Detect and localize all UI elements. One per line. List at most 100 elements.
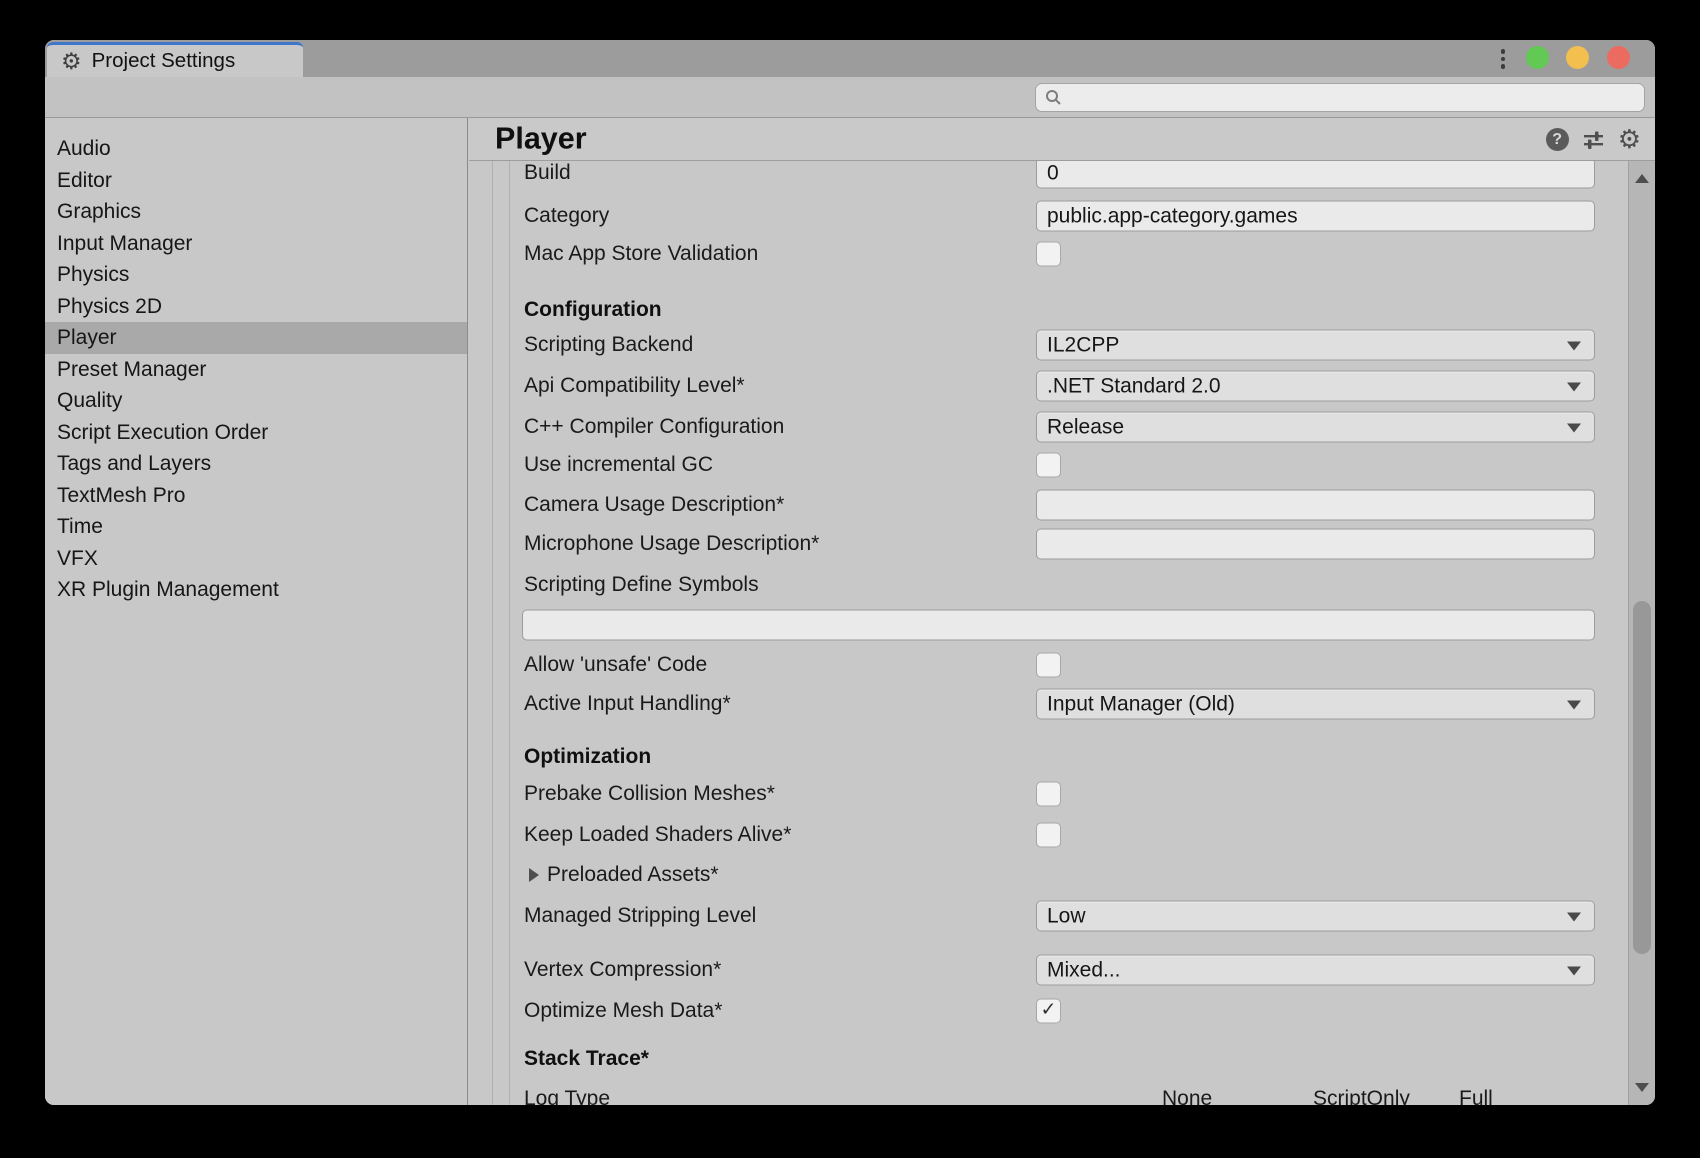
settings-row: Managed Stripping Level Low bbox=[469, 900, 1628, 932]
dropdown[interactable]: Low bbox=[1036, 901, 1595, 932]
search-input[interactable] bbox=[1035, 83, 1645, 112]
text-field[interactable]: public.app-category.games bbox=[1036, 201, 1595, 232]
chevron-down-icon bbox=[1567, 424, 1581, 433]
trace-column-header: Full bbox=[1459, 1087, 1493, 1105]
settings-row: Keep Loaded Shaders Alive* bbox=[469, 819, 1628, 851]
section-header: Configuration bbox=[524, 298, 662, 322]
settings-row: Allow 'unsafe' Code bbox=[469, 649, 1628, 681]
row-label: Managed Stripping Level bbox=[524, 904, 756, 928]
checkbox[interactable] bbox=[1036, 242, 1061, 267]
scripting-define-symbols-field[interactable] bbox=[522, 610, 1595, 641]
tab-strip: ⚙ Project Settings bbox=[45, 40, 1655, 77]
sidebar-item-xr-plugin-management[interactable]: XR Plugin Management bbox=[45, 574, 467, 606]
dropdown[interactable]: Release bbox=[1036, 412, 1595, 443]
checkbox[interactable] bbox=[1036, 782, 1061, 807]
section-header: Optimization bbox=[524, 745, 651, 769]
settings-row: Api Compatibility Level* .NET Standard 2.… bbox=[469, 370, 1628, 402]
checkbox[interactable]: ✓ bbox=[1036, 999, 1061, 1024]
row-label: Build bbox=[524, 161, 571, 185]
settings-row: C++ Compiler Configuration Release bbox=[469, 411, 1628, 443]
settings-row: Vertex Compression*Mixed... bbox=[469, 954, 1628, 986]
settings-row: Microphone Usage Description* bbox=[469, 528, 1628, 560]
sidebar-item-editor[interactable]: Editor bbox=[45, 165, 467, 197]
dropdown[interactable]: IL2CPP bbox=[1036, 330, 1595, 361]
help-icon[interactable]: ? bbox=[1546, 128, 1569, 151]
row-label: Camera Usage Description* bbox=[524, 493, 784, 517]
trace-column-header: None bbox=[1162, 1087, 1212, 1105]
row-label: Category bbox=[524, 204, 609, 228]
row-label: Scripting Define Symbols bbox=[524, 573, 759, 597]
row-label[interactable]: Preloaded Assets* bbox=[547, 863, 719, 887]
row-label: Optimize Mesh Data* bbox=[524, 999, 722, 1023]
project-settings-window: ⚙ Project Settings AudioEditorGraphicsIn… bbox=[45, 40, 1655, 1105]
settings-viewport: Build 0 Category public.app-category.games M… bbox=[469, 161, 1628, 1105]
foldout-arrow-icon[interactable] bbox=[529, 868, 539, 882]
sidebar-item-vfx[interactable]: VFX bbox=[45, 543, 467, 575]
settings-row: Preloaded Assets* bbox=[469, 859, 1628, 891]
settings-row: Optimize Mesh Data* ✓ bbox=[469, 995, 1628, 1027]
row-label: Mac App Store Validation bbox=[524, 242, 758, 266]
row-label: Use incremental GC bbox=[524, 453, 713, 477]
chevron-down-icon bbox=[1567, 383, 1581, 392]
dropdown[interactable]: Input Manager (Old) bbox=[1036, 689, 1595, 720]
sidebar-item-player[interactable]: Player bbox=[45, 322, 467, 354]
checkmark-icon: ✓ bbox=[1037, 1000, 1060, 1021]
row-label: Prebake Collision Meshes* bbox=[524, 782, 775, 806]
settings-row: Use incremental GC bbox=[469, 449, 1628, 481]
chevron-down-icon bbox=[1567, 967, 1581, 976]
chevron-down-icon bbox=[1567, 342, 1581, 351]
main-header: Player ? ⚙ bbox=[469, 118, 1655, 161]
sidebar-item-physics[interactable]: Physics bbox=[45, 259, 467, 291]
settings-row: Scripting Define Symbols bbox=[469, 569, 1628, 601]
checkbox[interactable] bbox=[1036, 823, 1061, 848]
dropdown[interactable]: Mixed... bbox=[1036, 955, 1595, 986]
scroll-up-arrow-icon[interactable] bbox=[1635, 174, 1649, 183]
gear-icon[interactable]: ⚙ bbox=[1618, 126, 1641, 152]
text-field[interactable]: 0 bbox=[1036, 161, 1595, 189]
section-header: Stack Trace* bbox=[524, 1047, 649, 1071]
page-title: Player bbox=[495, 122, 587, 157]
dropdown[interactable]: .NET Standard 2.0 bbox=[1036, 371, 1595, 402]
sliders-icon[interactable] bbox=[1582, 128, 1605, 151]
traffic-light-green[interactable] bbox=[1526, 46, 1549, 69]
checkbox[interactable] bbox=[1036, 453, 1061, 478]
row-label: Api Compatibility Level* bbox=[524, 374, 745, 398]
sidebar-item-tags-and-layers[interactable]: Tags and Layers bbox=[45, 448, 467, 480]
checkbox[interactable] bbox=[1036, 653, 1061, 678]
settings-row: Build 0 bbox=[469, 161, 1628, 189]
row-label: Microphone Usage Description* bbox=[524, 532, 819, 556]
vertical-scrollbar[interactable] bbox=[1628, 161, 1655, 1105]
settings-row: Stack Trace* bbox=[469, 1043, 1628, 1075]
sidebar-item-preset-manager[interactable]: Preset Manager bbox=[45, 354, 467, 386]
sidebar-item-graphics[interactable]: Graphics bbox=[45, 196, 467, 228]
text-field[interactable] bbox=[1036, 529, 1595, 560]
traffic-light-yellow[interactable] bbox=[1566, 46, 1589, 69]
settings-row: Configuration bbox=[469, 294, 1628, 326]
toolbar bbox=[45, 77, 1655, 118]
tab-label: Project Settings bbox=[92, 49, 236, 73]
search-icon bbox=[1045, 89, 1062, 106]
row-label: C++ Compiler Configuration bbox=[524, 415, 784, 439]
text-field[interactable] bbox=[1036, 490, 1595, 521]
scroll-down-arrow-icon[interactable] bbox=[1635, 1083, 1649, 1092]
sidebar-item-audio[interactable]: Audio bbox=[45, 133, 467, 165]
settings-row: Optimization bbox=[469, 741, 1628, 773]
sidebar-item-input-manager[interactable]: Input Manager bbox=[45, 228, 467, 260]
sidebar-item-script-execution-order[interactable]: Script Execution Order bbox=[45, 417, 467, 449]
settings-row: Mac App Store Validation bbox=[469, 238, 1628, 270]
kebab-menu-icon[interactable] bbox=[1497, 46, 1509, 72]
settings-row: Category public.app-category.games bbox=[469, 200, 1628, 232]
row-label: Scripting Backend bbox=[524, 333, 693, 357]
sidebar-item-physics-2d[interactable]: Physics 2D bbox=[45, 291, 467, 323]
sidebar-item-time[interactable]: Time bbox=[45, 511, 467, 543]
chevron-down-icon bbox=[1567, 913, 1581, 922]
tab-project-settings[interactable]: ⚙ Project Settings bbox=[47, 42, 303, 77]
scrollbar-thumb[interactable] bbox=[1633, 601, 1651, 954]
settings-row: Camera Usage Description* bbox=[469, 489, 1628, 521]
row-label: Allow 'unsafe' Code bbox=[524, 653, 707, 677]
sidebar-item-textmesh-pro[interactable]: TextMesh Pro bbox=[45, 480, 467, 512]
settings-row: Active Input Handling*Input Manager (Old… bbox=[469, 688, 1628, 720]
traffic-light-red[interactable] bbox=[1607, 46, 1630, 69]
row-label: Keep Loaded Shaders Alive* bbox=[524, 823, 791, 847]
sidebar-item-quality[interactable]: Quality bbox=[45, 385, 467, 417]
